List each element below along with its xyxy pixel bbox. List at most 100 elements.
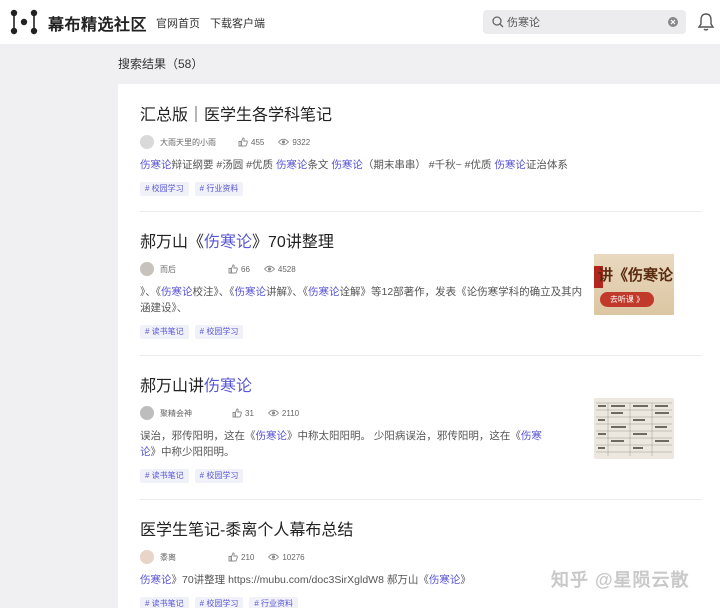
search-box[interactable] <box>483 10 686 34</box>
result-title[interactable]: 汇总版｜医学生各学科笔记 <box>140 106 702 126</box>
result-snippet: 误治，邪传阳明，这在《伤寒论》中称太阳阳明。 少阳病误治，邪传阳明，这在《伤寒论… <box>140 428 550 460</box>
author-name[interactable]: 而后 <box>160 264 176 275</box>
clear-search-icon[interactable] <box>668 17 678 27</box>
like-count-value: 455 <box>251 137 265 147</box>
tag-chip[interactable]: # 校园学习 <box>194 325 244 339</box>
view-count-value: 10276 <box>282 552 305 562</box>
brand-name[interactable]: 幕布精选社区 <box>48 11 147 35</box>
result-meta: 黍离 210 10276 <box>140 550 702 564</box>
keyword-highlight: 伤寒论 <box>204 234 253 251</box>
like-count-value: 210 <box>241 552 255 562</box>
tag-chip[interactable]: # 读书笔记 <box>140 469 189 483</box>
view-count-value: 2110 <box>281 408 300 418</box>
search-icon <box>492 16 504 28</box>
text-segment: 医学生笔记-黍离个人幕布总结 <box>140 522 354 539</box>
text-segment: 郝万山《 <box>140 234 205 251</box>
tag-chip[interactable]: # 读书笔记 <box>140 597 189 608</box>
text-segment: 讲解》、《 <box>266 286 308 298</box>
like-count-value: 31 <box>245 408 254 418</box>
keyword-highlight: 伤寒论 <box>308 286 340 298</box>
result-snippet: 》、《伤寒论校注》、《伤寒论讲解》、《伤寒论诠解》等12部著作，发表《论伤寒学科… <box>140 284 585 316</box>
result-title[interactable]: 郝万山《伤寒论》70讲整理 <box>140 233 702 253</box>
watermark-text: 知乎 @星陨云散 <box>551 570 690 590</box>
view-count: 4528 <box>263 264 296 274</box>
keyword-highlight: 伤寒论 <box>234 286 267 298</box>
tag-list: # 读书笔记 # 校园学习 # 行业资料 <box>140 597 702 608</box>
thumbs-up-icon <box>238 137 248 147</box>
avatar[interactable] <box>140 550 154 564</box>
keyword-highlight: 伤寒论 <box>494 159 526 171</box>
keyword-highlight: 伤寒论 <box>275 159 308 171</box>
text-segment: 》中称少阳阳明。 <box>150 446 235 458</box>
nav-download-link[interactable]: 下载客户端 <box>210 15 265 31</box>
search-input[interactable] <box>507 13 657 31</box>
eye-icon <box>267 409 279 417</box>
eye-icon <box>278 138 290 146</box>
view-count: 2110 <box>267 408 300 418</box>
keyword-highlight: 伤寒论 <box>140 574 172 586</box>
eye-icon <box>263 265 275 273</box>
text-segment: 校注》、《 <box>192 286 235 298</box>
text-segment: 》70讲整理 <box>252 234 334 251</box>
tag-chip[interactable]: # 行业资料 <box>249 597 299 608</box>
tag-chip[interactable]: # 校园学习 <box>140 182 189 196</box>
like-count: 455 <box>238 137 264 147</box>
keyword-highlight: 伤寒论 <box>255 430 288 442</box>
listen-button[interactable]: 去听课 》 <box>600 292 654 307</box>
text-segment: （期末串串） #千秋~ #优质 <box>362 159 495 171</box>
view-count-value: 9322 <box>292 137 311 147</box>
result-item[interactable]: 汇总版｜医学生各学科笔记 大雨天里的小雨 455 9322 伤寒论辩证纲要 #汤… <box>140 106 702 196</box>
tag-chip[interactable]: # 校园学习 <box>194 469 244 483</box>
tag-list: # 读书笔记 # 校园学习 <box>140 469 702 483</box>
result-snippet: 伤寒论辩证纲要 #汤圆 #优质 伤寒论条文 伤寒论（期末串串） #千秋~ #优质… <box>140 157 702 173</box>
view-count-value: 4528 <box>277 264 296 274</box>
text-segment: 汇总版｜医学生各学科笔记 <box>140 107 333 124</box>
tag-list: # 读书笔记 # 校园学习 <box>140 325 702 339</box>
like-count: 31 <box>232 408 254 418</box>
top-header: 幕布精选社区 官网首页 下载客户端 <box>0 0 720 44</box>
keyword-highlight: 伤寒论 <box>428 574 461 586</box>
text-segment: 》 <box>460 574 471 586</box>
author-name[interactable]: 大雨天里的小雨 <box>160 137 216 148</box>
keyword-highlight: 伤寒论 <box>331 159 363 171</box>
author-name[interactable]: 黍离 <box>160 552 176 563</box>
author-name[interactable]: 聚精会神 <box>160 408 192 419</box>
tag-chip[interactable]: # 行业资料 <box>194 182 244 196</box>
divider <box>140 499 702 500</box>
nav-home-link[interactable]: 官网首页 <box>156 15 200 31</box>
mubu-logo-icon[interactable] <box>10 9 38 35</box>
tag-list: # 校园学习 # 行业资料 <box>140 182 702 196</box>
like-count: 210 <box>228 552 254 562</box>
result-thumbnail[interactable]: 讲《伤寒论 去听课 》 <box>594 254 674 315</box>
thumbnail-text: 讲《伤寒论 <box>598 266 674 284</box>
result-meta: 大雨天里的小雨 455 9322 <box>140 135 702 149</box>
table-thumbnail-image <box>594 398 674 459</box>
text-segment: 郝万山讲 <box>140 378 205 395</box>
results-panel: 汇总版｜医学生各学科笔记 大雨天里的小雨 455 9322 伤寒论辩证纲要 #汤… <box>118 84 720 608</box>
results-count: 搜索结果（58） <box>118 57 204 71</box>
keyword-highlight: 伤寒论 <box>140 159 172 171</box>
result-item[interactable]: 医学生笔记-黍离个人幕布总结 黍离 210 10276 伤寒论》70讲整理 ht… <box>140 521 702 608</box>
text-segment: 误治，邪传阳明，这在《 <box>140 430 256 442</box>
result-title[interactable]: 郝万山讲伤寒论 <box>140 377 702 397</box>
view-count: 9322 <box>278 137 310 147</box>
text-segment: 证治体系 <box>525 159 568 171</box>
thumbs-up-icon <box>228 264 238 274</box>
like-count-value: 66 <box>241 264 250 274</box>
avatar[interactable] <box>140 135 154 149</box>
divider <box>140 355 702 356</box>
keyword-highlight: 伤寒论 <box>204 378 253 395</box>
like-count: 66 <box>228 264 250 274</box>
notification-bell-icon[interactable] <box>697 12 715 32</box>
result-thumbnail[interactable] <box>594 398 674 459</box>
avatar[interactable] <box>140 406 154 420</box>
tag-chip[interactable]: # 校园学习 <box>194 597 244 608</box>
thumbs-up-icon <box>232 408 242 418</box>
eye-icon <box>268 553 280 561</box>
result-title[interactable]: 医学生笔记-黍离个人幕布总结 <box>140 521 702 541</box>
text-segment: 》70讲整理 https://mubu.com/doc3SirXgldW8 郝万… <box>171 574 429 586</box>
tag-chip[interactable]: # 读书笔记 <box>140 325 189 339</box>
avatar[interactable] <box>140 262 154 276</box>
view-count: 10276 <box>268 552 305 562</box>
text-segment: 》、《 <box>140 286 161 298</box>
